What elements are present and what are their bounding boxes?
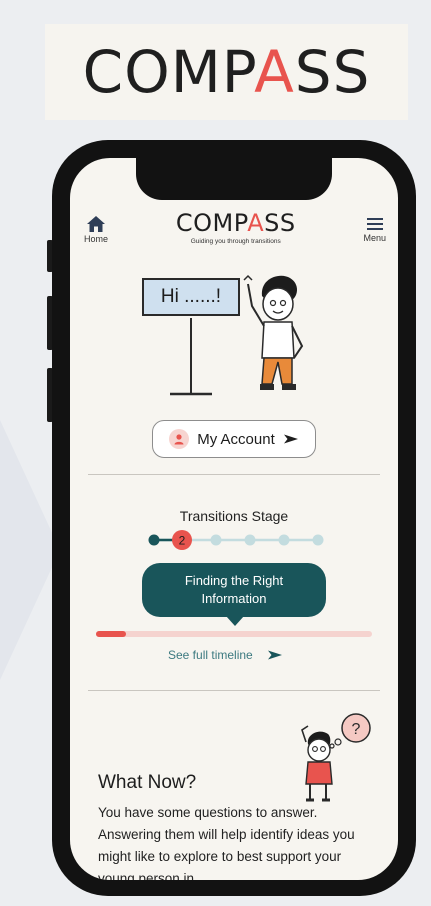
hero-illustration: Hi ......! [130, 266, 330, 402]
header-logo-a-mark: A [247, 209, 265, 237]
header-tagline: Guiding you through transitions [190, 238, 281, 245]
compass-logo-banner: COMPASS [45, 24, 408, 120]
waving-person-illustration [170, 274, 304, 396]
header-logo-right: SS [264, 209, 296, 237]
logo-text-right: SS [294, 38, 371, 106]
transitions-stepper: 2 [148, 530, 324, 550]
current-step-number: 2 [179, 534, 186, 548]
header-logo-left: COMP [175, 209, 248, 237]
phone-screen: Home COMPASS Guiding you through transit… [70, 158, 398, 880]
home-label: Home [84, 233, 109, 244]
thinking-person-illustration: ? [301, 713, 371, 802]
arrow-right-icon [283, 434, 298, 444]
section-divider [88, 474, 380, 475]
my-account-label: My Account [197, 430, 275, 448]
step-dot-6[interactable] [312, 534, 324, 546]
stage-progress-bar [96, 631, 372, 637]
home-button[interactable]: Home [84, 215, 108, 244]
current-stage-line-2: Information [201, 591, 267, 606]
home-icon [87, 215, 105, 232]
bubble-tail [226, 616, 244, 626]
step-dot-5[interactable] [278, 534, 290, 546]
see-full-timeline-label: See full timeline [168, 648, 253, 662]
phone-notch [136, 158, 332, 200]
menu-label: Menu [363, 232, 386, 243]
transitions-stage-title: Transitions Stage [179, 508, 289, 524]
step-dot-3[interactable] [210, 534, 222, 546]
menu-button[interactable]: Menu [363, 216, 386, 243]
hamburger-menu-icon [366, 217, 383, 230]
header-brand: COMPASS Guiding you through transitions [176, 209, 296, 245]
user-icon [169, 429, 190, 449]
background-shape [0, 420, 60, 680]
logo-compass-a-mark: A [254, 38, 295, 106]
see-full-timeline-link[interactable]: See full timeline [168, 648, 283, 662]
step-dot-4[interactable] [244, 534, 256, 546]
step-dot-1[interactable] [148, 534, 160, 546]
what-now-body: You have some questions to answer. Answe… [98, 805, 355, 880]
what-now-title: What Now? [98, 772, 197, 793]
app-header: Home COMPASS Guiding you through transit… [70, 206, 398, 252]
current-stage-bubble[interactable]: Finding the Right Information [142, 563, 326, 626]
stage-progress-fill [96, 631, 127, 637]
current-stage-line-1: Finding the Right [184, 573, 284, 588]
compass-logo: COMPASS [83, 38, 371, 106]
section-divider [88, 690, 380, 691]
phone-frame: Home COMPASS Guiding you through transit… [52, 140, 416, 896]
question-mark-bubble-text: ? [352, 721, 361, 738]
arrow-right-icon [267, 650, 282, 660]
logo-text-left: COMP [82, 38, 255, 106]
my-account-button[interactable]: My Account [152, 420, 316, 458]
header-logo: COMPASS [176, 209, 296, 237]
